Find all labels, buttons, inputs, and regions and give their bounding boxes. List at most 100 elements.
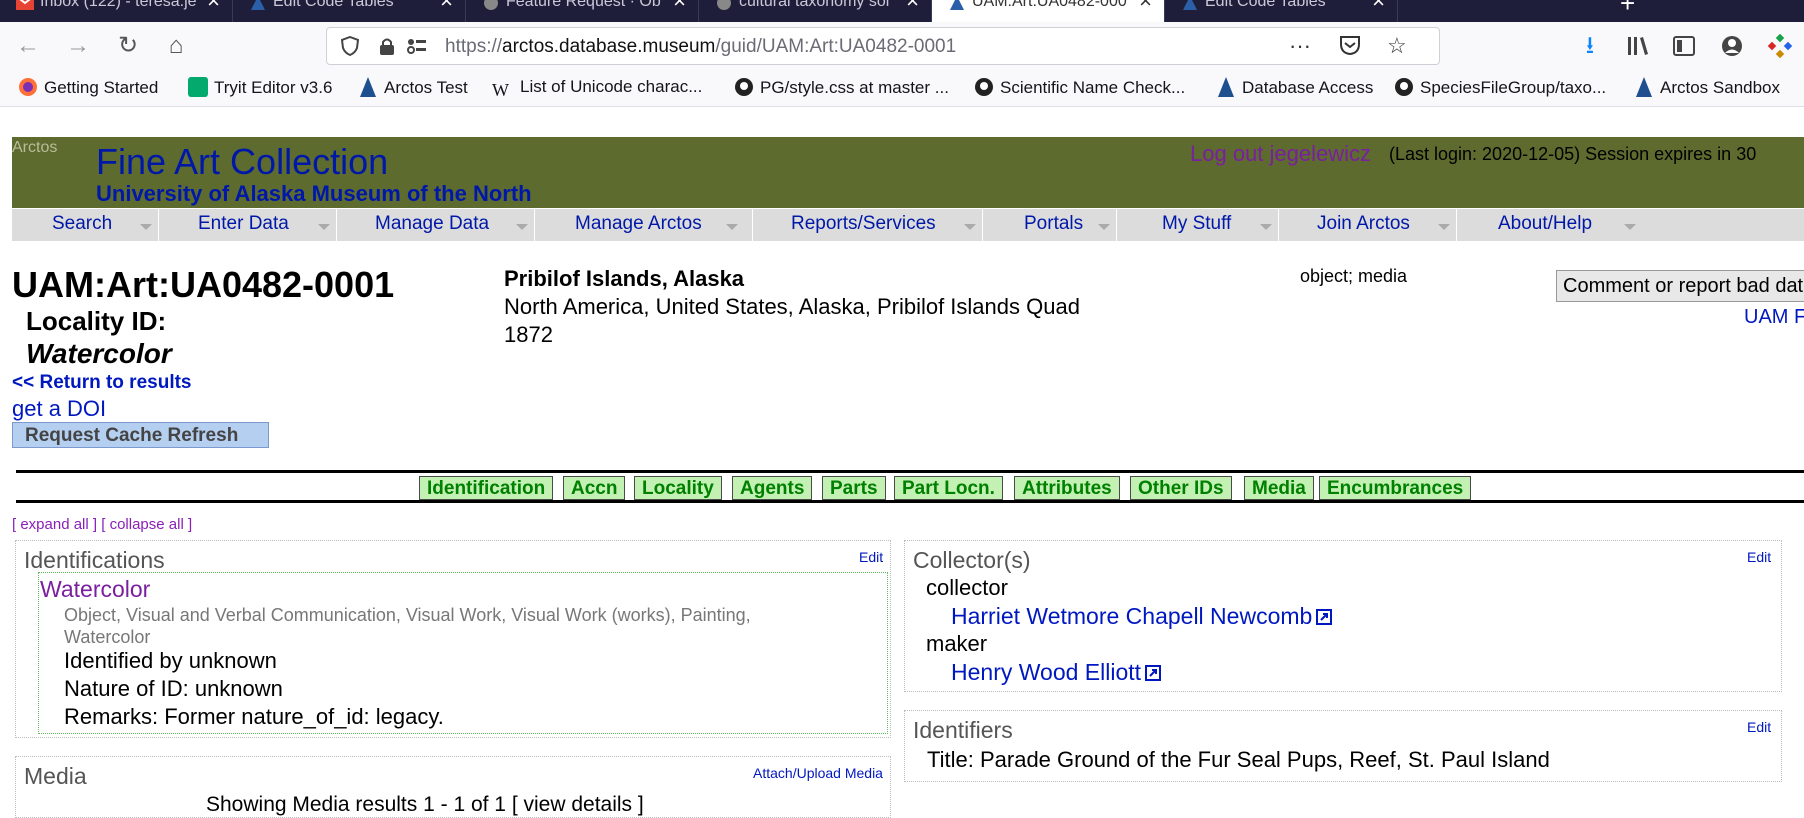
close-tab-icon[interactable]: × — [207, 0, 220, 12]
shield-icon[interactable] — [340, 35, 360, 57]
browser-tab-strip: Inbox (122) - teresa.je × Edit Code Tabl… — [0, 0, 1804, 22]
menu-about-help[interactable]: About/Help — [1498, 213, 1592, 235]
return-to-results-link[interactable]: << Return to results — [12, 372, 192, 394]
panel-title: Identifications — [24, 547, 165, 573]
section-link-encumbrances[interactable]: Encumbrances — [1319, 476, 1472, 500]
new-tab-icon[interactable]: + — [1620, 0, 1635, 19]
bookmark-item[interactable]: Database Access — [1216, 77, 1373, 98]
arctos-icon — [249, 0, 267, 10]
section-link-attributes[interactable]: Attributes — [1014, 476, 1120, 500]
menu-portals[interactable]: Portals — [1024, 213, 1083, 235]
comment-report-button[interactable]: Comment or report bad data — [1556, 270, 1804, 302]
section-link-identification[interactable]: Identification — [419, 476, 554, 500]
browser-tab[interactable]: Edit Code Tables × — [1165, 0, 1398, 22]
lock-icon[interactable] — [379, 37, 395, 55]
edit-link[interactable]: Edit — [1747, 719, 1771, 735]
home-icon[interactable]: ⌂ — [160, 30, 192, 62]
menu-divider — [1278, 209, 1279, 241]
section-link-media[interactable]: Media — [1244, 476, 1314, 500]
url-text[interactable]: https://arctos.database.museum/guid/UAM:… — [445, 36, 956, 58]
request-cache-refresh-button[interactable]: Request Cache Refresh — [12, 422, 269, 448]
agent-link[interactable]: Henry Wood Elliott — [951, 659, 1162, 686]
collapse-all-link[interactable]: [ collapse all ] — [101, 516, 192, 533]
external-link-icon[interactable] — [1145, 660, 1162, 681]
menu-manage-arctos[interactable]: Manage Arctos — [575, 213, 702, 235]
library-icon[interactable] — [1622, 30, 1654, 62]
browser-tab[interactable]: Feature Request · Ob × — [466, 0, 699, 22]
identifier-title: Title: Parade Ground of the Fur Seal Pup… — [927, 747, 1550, 772]
edit-link[interactable]: Edit — [859, 549, 883, 565]
menu-reports-services[interactable]: Reports/Services — [791, 213, 936, 235]
menu-my-stuff[interactable]: My Stuff — [1162, 213, 1231, 235]
arctos-icon — [358, 77, 378, 97]
chevron-down-icon — [1260, 224, 1272, 230]
site-subtitle[interactable]: University of Alaska Museum of the North — [96, 181, 532, 207]
reload-icon[interactable]: ↻ — [112, 30, 144, 62]
github-icon — [1394, 77, 1414, 97]
agent-link[interactable]: Harriet Wetmore Chapell Newcomb — [951, 603, 1333, 630]
section-link-locality[interactable]: Locality — [634, 476, 722, 500]
collection-link[interactable]: UAM Fi — [1744, 306, 1804, 329]
bookmark-item[interactable]: Getting Started — [18, 77, 158, 98]
media-panel: Media Attach/Upload Media Showing Media … — [15, 756, 891, 818]
close-tab-icon[interactable]: × — [1139, 0, 1152, 12]
section-link-other-ids[interactable]: Other IDs — [1130, 476, 1232, 500]
account-icon[interactable] — [1716, 30, 1748, 62]
arctos-icon — [1634, 77, 1654, 97]
forward-icon[interactable]: → — [62, 30, 94, 62]
browser-tab[interactable]: Inbox (122) - teresa.je × — [0, 0, 233, 22]
identifiers-panel: Identifiers Edit Title: Parade Ground of… — [904, 710, 1782, 782]
sidebar-icon[interactable] — [1668, 30, 1700, 62]
bookmark-star-icon[interactable]: ☆ — [1387, 33, 1407, 59]
back-icon[interactable]: ← — [12, 30, 44, 62]
bookmark-item[interactable]: SpeciesFileGroup/taxo... — [1394, 77, 1606, 98]
bookmark-item[interactable]: Tryit Editor v3.6 — [188, 77, 332, 98]
more-actions-icon[interactable]: ··· — [1289, 33, 1311, 59]
higher-geography: North America, United States, Alaska, Pr… — [504, 294, 1080, 319]
browser-tab[interactable]: Edit Code Tables × — [233, 0, 466, 22]
section-link-accn[interactable]: Accn — [563, 476, 626, 500]
bookmark-item[interactable]: Arctos Test — [358, 77, 468, 98]
menu-manage-data[interactable]: Manage Data — [375, 213, 489, 235]
bookmark-item[interactable]: Scientific Name Check... — [974, 77, 1185, 98]
menu-divider — [158, 209, 159, 241]
pocket-icon[interactable] — [1339, 34, 1361, 62]
menu-join-arctos[interactable]: Join Arctos — [1317, 213, 1410, 235]
record-guid: UAM:Art:UA0482-0001 — [12, 264, 395, 305]
bookmark-item[interactable]: W List of Unicode charac... — [492, 77, 702, 100]
panel-title: Identifiers — [913, 717, 1013, 743]
chevron-down-icon — [140, 224, 152, 230]
close-tab-icon[interactable]: × — [1372, 0, 1385, 12]
site-menu: Search Enter Data Manage Data Manage Arc… — [12, 208, 1804, 241]
logout-link[interactable]: Log out jegelewicz — [1190, 141, 1371, 167]
section-link-part-locn[interactable]: Part Locn. — [894, 476, 1003, 500]
permissions-icon[interactable] — [407, 38, 427, 54]
panel-title: Media — [24, 763, 87, 789]
extension-icon[interactable] — [1764, 30, 1796, 62]
get-doi-link[interactable]: get a DOI — [12, 396, 106, 422]
bookmark-item[interactable]: Arctos Sandbox — [1634, 77, 1780, 98]
bookmark-item[interactable]: PG/style.css at master ... — [734, 77, 949, 98]
identification-name-link[interactable]: Watercolor — [40, 576, 150, 603]
download-icon[interactable]: ⭳ — [1574, 30, 1606, 62]
attach-upload-media-link[interactable]: Attach/Upload Media — [753, 765, 883, 781]
identified-by: Identified by unknown — [64, 648, 277, 673]
close-tab-icon[interactable]: × — [440, 0, 453, 12]
external-link-icon[interactable] — [1316, 604, 1333, 625]
url-bar[interactable]: https://arctos.database.museum/guid/UAM:… — [326, 27, 1440, 65]
navigation-bar: ← → ↻ ⌂ https://arctos.database.museum/g… — [0, 22, 1804, 70]
menu-divider — [1456, 209, 1457, 241]
wikipedia-icon: W — [492, 80, 509, 100]
menu-search[interactable]: Search — [52, 213, 112, 235]
section-link-parts[interactable]: Parts — [822, 476, 886, 500]
close-tab-icon[interactable]: × — [906, 0, 919, 12]
menu-enter-data[interactable]: Enter Data — [198, 213, 289, 235]
site-brand[interactable]: Arctos — [12, 139, 57, 157]
close-tab-icon[interactable]: × — [673, 0, 686, 12]
edit-link[interactable]: Edit — [1747, 549, 1771, 565]
section-link-agents[interactable]: Agents — [732, 476, 813, 500]
expand-all-link[interactable]: [ expand all ] — [12, 516, 97, 533]
browser-tab[interactable]: cultural taxonomy sol × — [699, 0, 932, 22]
browser-tab-active[interactable]: UAM:Art:UA0482-000 × — [932, 0, 1165, 22]
site-title[interactable]: Fine Art Collection — [96, 141, 388, 183]
